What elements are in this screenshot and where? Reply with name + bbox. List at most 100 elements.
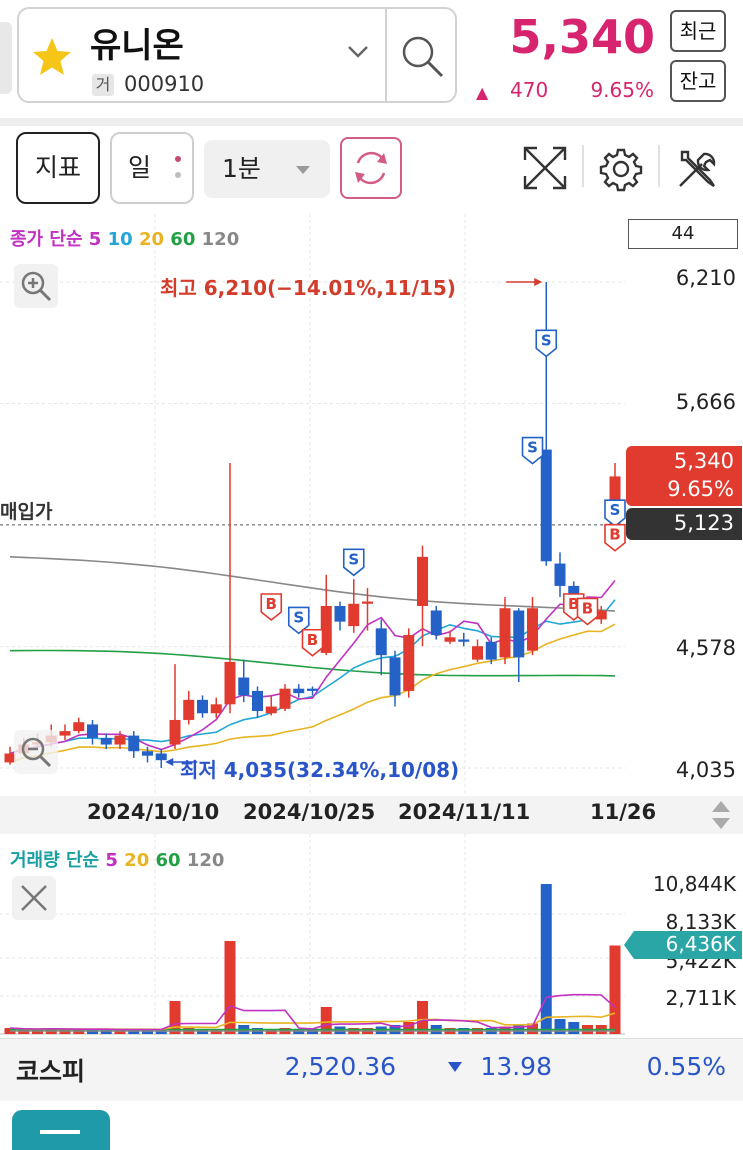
sell-marker-text: S (293, 608, 304, 626)
y-tick: 4,035 (675, 758, 736, 782)
candle-body (430, 610, 442, 636)
candle-body (87, 724, 98, 738)
stock-code: 000910 (124, 72, 205, 96)
index-change-pct: 0.55% (646, 1052, 726, 1081)
candle-body (73, 722, 85, 732)
current-price: 5,340 (509, 10, 655, 64)
current-price-tag-value: 5,340 (673, 449, 734, 473)
avg-price-label: 매입가 (0, 501, 53, 523)
candle-body (307, 688, 318, 691)
price-change: 470 (510, 78, 549, 102)
x-axis-label: 2024/10/25 (243, 800, 376, 824)
candle-body (238, 677, 250, 696)
candle-count-box[interactable]: 44 (628, 219, 738, 249)
candle-body (513, 610, 525, 658)
current-volume-tag-value: 6,436K (665, 932, 736, 956)
y-tick: 5,666 (675, 390, 736, 414)
index-name: 코스피 (16, 1057, 86, 1086)
volume-bar (568, 1022, 580, 1034)
y-tick: 4,578 (675, 636, 736, 660)
ma5-label: 5 (88, 229, 102, 250)
candle-body (210, 704, 222, 714)
candle-body (59, 731, 71, 736)
sell-marker-text: S (610, 501, 621, 519)
x-axis-label: 2024/10/10 (87, 800, 220, 824)
avg-price-tag-value: 5,123 (673, 511, 734, 535)
close-icon[interactable] (12, 876, 56, 924)
ma10-label: 10 (107, 229, 133, 250)
recent-button[interactable]: 최근 (670, 10, 726, 52)
candle-body (527, 608, 538, 651)
gear-icon[interactable] (598, 146, 644, 196)
candle-body (100, 737, 112, 745)
volume-bar (609, 945, 621, 1034)
candle-body (417, 556, 428, 606)
current-volume-tag: 6,436K (624, 931, 742, 959)
high-annotation: 최고 6,210(−14.01%,11/15) (160, 276, 456, 300)
candle-body (265, 706, 277, 714)
balance-button[interactable]: 잔고 (670, 60, 726, 102)
candle-body (224, 661, 236, 705)
vol-y-tick: 8,133K (665, 910, 736, 934)
divider (582, 145, 584, 187)
ma60-label: 60 (170, 229, 196, 250)
candle-body (348, 603, 360, 627)
candle-body (375, 628, 387, 656)
expand-icon[interactable] (521, 144, 569, 196)
search-icon[interactable] (398, 32, 446, 84)
candle-body (472, 646, 483, 660)
candle-body (252, 690, 263, 712)
separator (0, 118, 743, 126)
stock-selector[interactable] (17, 7, 457, 103)
stock-name: 유니온 (90, 26, 184, 66)
drawer-handle[interactable] (0, 22, 12, 94)
exchange-badge: 거 (92, 74, 114, 96)
buy-marker: B (301, 628, 324, 657)
refresh-button[interactable] (340, 137, 402, 199)
price-ma-legend: 종가 단순 5 10 20 60 120 (10, 225, 239, 251)
updown-arrows-icon[interactable] (708, 798, 734, 836)
candle-body (293, 688, 305, 694)
candle-body (114, 735, 126, 745)
down-arrow-icon (448, 1062, 462, 1072)
sell-marker: S (521, 436, 544, 465)
vol-y-tick: 10,844K (652, 872, 736, 896)
volume-ma-legend: 거래량 단순 5 20 60 120 (10, 846, 224, 872)
buy-marker-text: B (266, 595, 277, 613)
sell-marker-text: S (527, 439, 538, 457)
index-change: 13.98 (480, 1052, 552, 1081)
candle-body (444, 637, 456, 642)
ma-legend-prefix: 종가 단순 (10, 229, 83, 250)
volume-bar (540, 884, 552, 1034)
candle-body (155, 753, 167, 761)
low-annotation: 최저 4,035(32.34%,10/08) (180, 758, 460, 782)
volume-bar (224, 941, 236, 1034)
tools-icon[interactable] (674, 146, 720, 196)
buy-marker-text: B (609, 526, 620, 544)
chevron-down-icon[interactable] (346, 44, 370, 64)
avg-price-tag: 5,123 (626, 508, 742, 540)
x-axis-label: 11/26 (590, 800, 657, 824)
candle-body (554, 563, 566, 586)
buy-marker-text: B (582, 599, 593, 617)
buy-marker: B (260, 593, 283, 622)
period-dot-icon (175, 156, 181, 162)
star-icon[interactable] (30, 36, 74, 82)
period-button[interactable]: 일 (110, 132, 194, 204)
sell-marker: S (342, 548, 365, 577)
sell-marker: S (535, 329, 558, 358)
candle-body (458, 639, 470, 642)
candle-body (142, 751, 153, 756)
zoom-out-icon[interactable] (14, 730, 58, 778)
vol-ma120-label: 120 (186, 850, 225, 871)
ma120-line (9, 556, 616, 612)
refresh-icon (355, 151, 387, 185)
current-pct-tag-value: 9.65% (667, 477, 734, 501)
indicator-button[interactable]: 지표 (16, 132, 100, 204)
divider (385, 8, 387, 102)
candle-body (334, 606, 346, 622)
buy-marker-text: B (307, 631, 318, 649)
zoom-in-icon[interactable] (14, 264, 58, 312)
interval-select[interactable]: 1분 (204, 140, 330, 198)
vol-ma60-label: 60 (155, 850, 181, 871)
